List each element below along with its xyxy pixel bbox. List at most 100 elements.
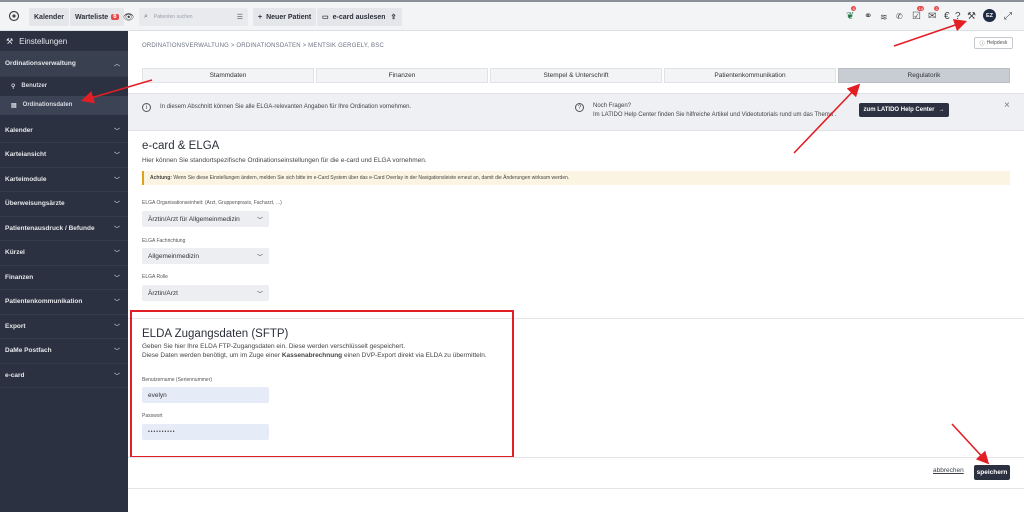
new-patient-button[interactable]: + Neuer Patient [253,8,317,26]
chevron-down-icon: ﹀ [113,373,120,380]
list-icon[interactable]: ☰ [237,13,243,21]
mail-icon[interactable]: ✉ [928,10,936,24]
elga-org-select[interactable]: Ärztin/Arzt für Allgemeinmedizin ﹀ [142,211,269,227]
calendar-button[interactable]: Kalender [29,8,69,26]
help-center-button[interactable]: zum LATIDO Help Center → [859,103,949,117]
sidebar-item-label: Überweisungsärzte [5,200,65,208]
chevron-down-icon: ﹀ [256,217,263,224]
upload-icon: ⇪ [390,14,397,21]
info-text: In diesem Abschnitt können Sie alle ELGA… [160,104,412,110]
elga-fach-value: Allgemeinmedizin [148,252,199,260]
breadcrumb: ORDINATIONSVERWALTUNG > ORDINATIONSDATEN… [142,43,384,49]
sidebar-item-label: Export [5,322,26,330]
chevron-down-icon: ﹀ [113,275,120,282]
save-button[interactable]: speichern [974,465,1010,480]
footer-divider [128,457,1024,458]
help-question-text: Im LATIDO Help Center finden Sie hilfrei… [593,111,837,118]
question-icon: ? [575,103,584,112]
sidebar-item-dame-postfach[interactable]: DaMe Postfach ﹀ [0,339,128,364]
helpdesk-button[interactable]: ⓘ Helpdesk [974,37,1013,49]
helpdesk-label: Helpdesk [986,40,1008,46]
waitlist-button[interactable]: Warteliste 6 [70,8,124,26]
wrench-icon[interactable]: ⚒ [967,10,976,24]
warning-label: Achtung: [150,175,172,181]
chevron-down-icon: ﹀ [113,324,120,331]
patient-search-box[interactable]: ⌕ Patienten suchen ☰ [139,8,248,26]
phone-icon[interactable]: ✆ [896,10,903,24]
warning-text: Wenn Sie diese Einstellungen ändern, mel… [171,175,570,181]
sidebar-item-label: e-card [5,371,25,379]
sidebar-item-kuerzel[interactable]: Kürzel ﹀ [0,241,128,266]
plus-icon: + [258,13,263,21]
chevron-down-icon: ﹀ [113,177,120,184]
sidebar-subitem-benutzer[interactable]: ⚲ Benutzer [0,77,128,96]
sidebar-item-patientenausdruck[interactable]: Patientenausdruck / Befunde ﹀ [0,217,128,241]
elga-fach-select[interactable]: Allgemeinmedizin ﹀ [142,248,269,264]
search-input[interactable]: Patienten suchen [154,14,193,20]
sidebar: ⚒ Einstellungen Ordinationsverwaltung ︿ … [0,31,128,512]
sidebar-subitem-label: Benutzer [21,83,48,89]
arrow-right-icon: → [938,107,945,113]
link-icon[interactable]: ⚭ [864,10,872,24]
sidebar-item-export[interactable]: Export ﹀ [0,315,128,339]
notif-badge-1: 4 [851,6,857,11]
sidebar-item-label: Kalender [5,126,33,134]
warning-banner: Achtung: Wenn Sie diese Einstellungen än… [142,171,1010,185]
info-banner: i In diesem Abschnitt können Sie alle EL… [128,93,1024,131]
help-icon[interactable]: ? [955,10,961,24]
sidebar-item-label: Karteimodule [5,175,47,183]
ecard-read-button[interactable]: ▭ e-card auslesen [317,8,391,26]
help-question-title: Noch Fragen? [593,103,632,109]
help-center-note: Noch Fragen? Im LATIDO Help Center finde… [593,102,836,119]
elga-rolle-value: Ärztin/Arzt [148,289,178,297]
sidebar-subitem-ordinationsdaten[interactable]: ▤ Ordinationsdaten [0,95,128,115]
tab-finanzen[interactable]: Finanzen [316,68,488,83]
wrench-icon: ⚒ [6,36,14,46]
calendar-label: Kalender [34,13,64,21]
chevron-down-icon: ﹀ [113,202,120,209]
info-icon: ⓘ [979,40,985,47]
chevron-up-icon: ︿ [113,62,120,69]
elga-org-value: Ärztin/Arzt für Allgemeinmedizin [148,215,240,223]
cancel-button[interactable]: abbrechen [933,467,964,474]
sidebar-item-karteimodule[interactable]: Karteimodule ﹀ [0,168,128,192]
expand-icon[interactable]: ⤢ [1004,10,1012,24]
bottom-divider [128,488,1024,489]
sidebar-item-patientenkommunikation[interactable]: Patientenkommunikation ﹀ [0,290,128,315]
sidebar-item-karteiansicht[interactable]: Karteiansicht ﹀ [0,143,128,168]
sidebar-item-label: Kürzel [5,249,25,257]
upload-button[interactable]: ⇪ [385,8,402,26]
euro-icon[interactable]: € [944,10,950,24]
leaf-icon[interactable]: ❦ [846,10,854,24]
tab-regulatorik[interactable]: Regulatorik [838,68,1010,83]
eye-icon[interactable]: 👁 [123,10,134,24]
main-content: ORDINATIONSVERWALTUNG > ORDINATIONSDATEN… [128,31,1024,512]
elga-rolle-label: ELGA Rolle [142,274,168,280]
tab-stammdaten[interactable]: Stammdaten [142,68,314,83]
sidebar-item-ordinationsverwaltung[interactable]: Ordinationsverwaltung ︿ [0,52,128,77]
new-patient-label: Neuer Patient [266,13,312,21]
chevron-down-icon: ﹀ [113,349,120,356]
sidebar-item-finanzen[interactable]: Finanzen ﹀ [0,266,128,290]
ecard-elga-subtitle: Hier können Sie standortspezifische Ordi… [142,157,427,164]
avatar[interactable]: EZ [983,9,996,22]
tasks-icon[interactable]: ☑ [912,10,921,24]
sidebar-item-kalender[interactable]: Kalender ﹀ [0,119,128,143]
help-center-label: zum LATIDO Help Center [863,107,935,113]
sidebar-item-ueberweisungsaerzte[interactable]: Überweisungsärzte ﹀ [0,192,128,217]
ecard-read-label: e-card auslesen [332,13,386,21]
tab-patientenkommunikation[interactable]: Patientenkommunikation [664,68,836,83]
chevron-down-icon: ﹀ [113,153,120,160]
tab-stempel-unterschrift[interactable]: Stempel & Unterschrift [490,68,662,83]
close-icon[interactable]: × [1004,100,1010,111]
sidebar-item-ecard[interactable]: e-card ﹀ [0,364,128,388]
sidebar-subitem-label: Ordinationsdaten [22,102,73,108]
elga-rolle-select[interactable]: Ärztin/Arzt ﹀ [142,285,269,301]
ecard-elga-title: e-card & ELGA [142,140,220,152]
info-icon: i [142,103,151,112]
highlight-box [130,310,514,458]
wifi-icon[interactable]: ≋ [880,10,888,24]
notif-badge-2: 14 [917,6,925,11]
logo-icon[interactable] [8,10,20,27]
sidebar-header: ⚒ Einstellungen [0,31,128,52]
